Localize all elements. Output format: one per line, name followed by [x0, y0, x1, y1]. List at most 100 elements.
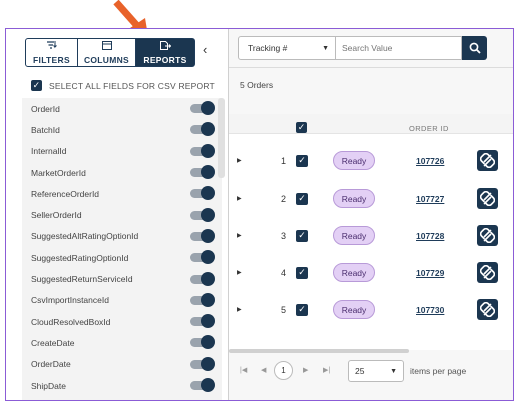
csv-field-toggle[interactable]: [190, 207, 215, 222]
caret-down-icon: ▼: [390, 367, 397, 375]
first-page-icon[interactable]: |◀: [240, 366, 247, 374]
expand-row-icon[interactable]: ▶: [237, 157, 242, 164]
csv-field-toggle[interactable]: [190, 335, 215, 350]
row-checkbox[interactable]: ✓: [296, 192, 308, 205]
field-list-scrollbar[interactable]: [218, 98, 225, 178]
status-badge: Ready: [333, 151, 375, 170]
csv-field-toggle[interactable]: [190, 250, 215, 265]
csv-field-label: SellerOrderId: [31, 210, 82, 221]
status-badge: Ready: [333, 226, 375, 245]
csv-field-toggle[interactable]: [190, 356, 215, 371]
csv-field-row: SuggestedReturnServiceId: [22, 268, 222, 289]
tab-filters[interactable]: FILTERS: [25, 38, 78, 67]
app-window: FILTERS COLUMNS REPORTS ‹ ✓ SELECT ALL F…: [5, 28, 514, 401]
toolbar-divider: [229, 67, 513, 68]
select-all-label: SELECT ALL FIELDS FOR CSV REPORT: [49, 80, 215, 91]
csv-field-toggle[interactable]: [190, 271, 215, 286]
csv-field-toggle[interactable]: [190, 122, 215, 137]
search-field-value: Tracking #: [248, 43, 288, 53]
row-checkbox[interactable]: ✓: [296, 266, 308, 279]
status-badge: Ready: [333, 189, 375, 208]
row-checkbox[interactable]: ✓: [296, 154, 308, 167]
row-number: 1: [280, 155, 286, 166]
select-all-row[interactable]: ✓ SELECT ALL FIELDS FOR CSV REPORT: [31, 80, 215, 91]
csv-field-toggle[interactable]: [190, 143, 215, 158]
search-button[interactable]: [462, 36, 487, 60]
status-badge: Ready: [333, 300, 375, 319]
page-size-select[interactable]: 25 ▼: [348, 360, 404, 382]
order-id-link[interactable]: 107730: [416, 305, 444, 315]
page-1-button[interactable]: 1: [274, 361, 293, 380]
items-per-page-label: items per page: [410, 366, 467, 376]
csv-field-toggle[interactable]: [190, 314, 215, 329]
row-checkbox[interactable]: ✓: [296, 303, 308, 316]
collapse-panel-button[interactable]: ‹: [203, 42, 207, 57]
search-bar: Tracking # ▼: [238, 36, 487, 60]
order-row: ▶ 3 ✓ Ready 107728: [229, 217, 513, 254]
select-all-checkbox[interactable]: ✓: [31, 80, 42, 91]
row-number: 4: [280, 267, 286, 278]
grid-horizontal-scrollbar[interactable]: [229, 349, 409, 353]
csv-field-toggle[interactable]: [190, 378, 215, 392]
order-id-header[interactable]: ORDER ID: [409, 124, 449, 133]
caret-down-icon: ▼: [322, 44, 329, 52]
row-checkbox[interactable]: ✓: [296, 229, 308, 242]
columns-icon: [101, 40, 112, 52]
side-panel: FILTERS COLUMNS REPORTS ‹ ✓ SELECT ALL F…: [14, 29, 229, 400]
csv-field-label: ShipDate: [31, 380, 66, 391]
search-input[interactable]: [336, 36, 462, 60]
csv-field-label: CsvImportInstanceId: [31, 295, 109, 306]
tab-columns[interactable]: COLUMNS: [77, 38, 136, 67]
csv-field-label: CloudResolvedBoxId: [31, 316, 111, 327]
order-row: ▶ 1 ✓ Ready 107726: [229, 142, 513, 179]
row-number: 3: [280, 230, 286, 241]
carrier-logo-icon: [477, 225, 498, 246]
csv-field-toggle[interactable]: [190, 186, 215, 201]
grid-header: ✓ ORDER ID: [229, 114, 513, 134]
carrier-logo-icon: [477, 262, 498, 283]
order-row: ▶ 4 ✓ Ready 107729: [229, 254, 513, 291]
orders-grid: ✓ ORDER ID ▶ 1 ✓ Ready 107726 ▶ 2 ✓ Ready 107727 ▶…: [229, 114, 513, 350]
csv-field-toggle[interactable]: [190, 228, 215, 243]
filter-icon: [46, 40, 57, 52]
csv-field-row: OrderDate: [22, 354, 222, 375]
prev-page-icon[interactable]: ◀: [261, 366, 266, 374]
csv-field-row: SuggestedRatingOptionId: [22, 247, 222, 268]
order-id-link[interactable]: 107726: [416, 156, 444, 166]
expand-row-icon[interactable]: ▶: [237, 232, 242, 239]
order-row: ▶ 2 ✓ Ready 107727: [229, 180, 513, 217]
order-id-link[interactable]: 107727: [416, 194, 444, 204]
csv-field-toggle[interactable]: [190, 165, 215, 180]
csv-field-row: BatchId: [22, 119, 222, 140]
page-size-value: 25: [355, 366, 365, 376]
status-badge: Ready: [333, 263, 375, 282]
carrier-logo-icon: [477, 150, 498, 171]
csv-field-row: CloudResolvedBoxId: [22, 311, 222, 332]
report-export-icon: [159, 40, 171, 52]
carrier-logo-icon: [477, 188, 498, 209]
search-field-select[interactable]: Tracking # ▼: [238, 36, 336, 60]
panel-tabs: FILTERS COLUMNS REPORTS: [25, 38, 195, 67]
csv-field-label: OrderId: [31, 103, 60, 114]
csv-field-toggle[interactable]: [190, 292, 215, 307]
carrier-logo-icon: [477, 299, 498, 320]
csv-field-row: InternalId: [22, 141, 222, 162]
csv-field-toggle[interactable]: [190, 101, 215, 116]
csv-field-label: BatchId: [31, 124, 60, 135]
expand-row-icon[interactable]: ▶: [237, 269, 242, 276]
next-page-icon[interactable]: ▶: [303, 366, 308, 374]
csv-field-row: ReferenceOrderId: [22, 183, 222, 204]
expand-row-icon[interactable]: ▶: [237, 195, 242, 202]
order-id-link[interactable]: 107728: [416, 231, 444, 241]
csv-field-row: ShipDate: [22, 375, 222, 396]
csv-field-row: SuggestedAltRatingOptionId: [22, 226, 222, 247]
select-all-orders-checkbox[interactable]: ✓: [296, 122, 307, 133]
order-id-link[interactable]: 107729: [416, 268, 444, 278]
last-page-icon[interactable]: ▶|: [323, 366, 330, 374]
csv-field-label: SuggestedAltRatingOptionId: [31, 231, 139, 242]
expand-row-icon[interactable]: ▶: [237, 306, 242, 313]
tab-reports[interactable]: REPORTS: [135, 38, 195, 67]
orders-panel: Tracking # ▼ 5 Orders ✓ ORDER ID ▶ 1 ✓ Read…: [229, 29, 513, 400]
tab-columns-label: COLUMNS: [83, 54, 130, 65]
csv-field-label: MarketOrderId: [31, 167, 86, 178]
